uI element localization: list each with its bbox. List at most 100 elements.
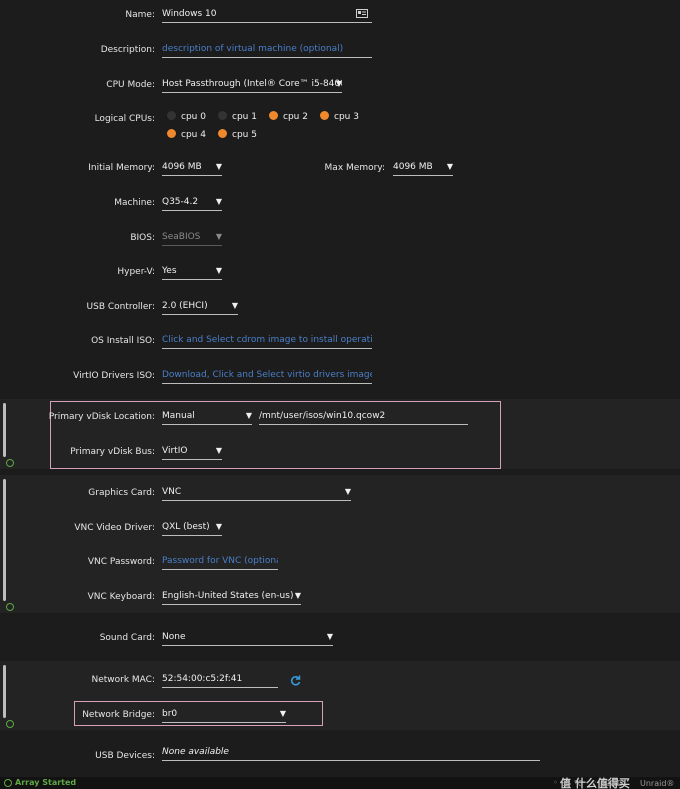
machine-label: Machine: <box>114 198 155 208</box>
usb-controller-label: USB Controller: <box>86 302 155 312</box>
vnc-keyboard-value: English-United States (en-us) <box>162 591 294 601</box>
cpu-toggle-dot <box>269 111 278 120</box>
cpu-toggle-dot <box>320 111 329 120</box>
caret-down-icon: ▼ <box>231 301 238 310</box>
vnc-keyboard-select[interactable]: English-United States (en-us) ▼ <box>162 589 301 605</box>
cpu-toggle-dot <box>218 111 227 120</box>
network-bridge-value: br0 <box>162 709 178 719</box>
cpu-label: cpu 4 <box>181 130 206 140</box>
cpu-toggle-dot <box>167 111 176 120</box>
thermometer-icon: ◦ <box>592 778 597 787</box>
vdisk-location-select[interactable]: Manual ▼ <box>162 409 252 425</box>
initial-memory-value: 4096 MB <box>162 162 202 172</box>
status-bar: Array Started 值 什么值得买 ◦ 35 °C ◦ 32 °C Un… <box>0 777 680 789</box>
cpu-label: cpu 0 <box>181 112 206 122</box>
cpu-label: cpu 2 <box>283 112 308 122</box>
max-memory-value: 4096 MB <box>393 162 433 172</box>
vdisk-location-label: Primary vDisk Location: <box>48 412 155 422</box>
logical-cpus-label: Logical CPUs: <box>94 114 155 124</box>
bios-value: SeaBIOS <box>162 232 201 242</box>
hyperv-select[interactable]: Yes ▼ <box>162 264 222 280</box>
vnc-video-driver-select[interactable]: QXL (best) ▼ <box>162 520 222 536</box>
thermometer-icon: ◦ <box>553 778 558 787</box>
cpu-mode-value: Host Passthrough (Intel® Core™ i5-8400) <box>162 79 342 89</box>
brand: Unraid® <box>640 779 675 788</box>
bios-label: BIOS: <box>130 233 155 243</box>
cpu-checkbox-4[interactable]: cpu 4 <box>167 129 206 140</box>
cpu-label: cpu 5 <box>232 130 257 140</box>
temp-2: 32 °C <box>600 779 623 788</box>
description-label: Description: <box>100 45 155 55</box>
os-install-iso-label: OS Install ISO: <box>91 336 155 346</box>
network-mac-field[interactable]: 52:54:00:c5:2f:41 <box>162 672 278 688</box>
virtio-iso-label: VirtIO Drivers ISO: <box>73 371 155 381</box>
graphics-card-select[interactable]: VNC ▼ <box>162 485 351 501</box>
caret-down-icon: ▼ <box>215 197 222 206</box>
network-bridge-select[interactable]: br0 ▼ <box>162 707 286 723</box>
cpu-mode-select[interactable]: Host Passthrough (Intel® Core™ i5-8400) … <box>162 77 342 93</box>
initial-memory-select[interactable]: 4096 MB ▼ <box>162 160 222 176</box>
cpu-toggle-dot <box>167 129 176 138</box>
usb-devices-value: None available <box>162 745 540 761</box>
vdisk-bus-label: Primary vDisk Bus: <box>70 447 155 457</box>
caret-down-icon: ▼ <box>335 79 342 88</box>
vnc-video-driver-value: QXL (best) <box>162 522 210 532</box>
name-label: Name: <box>125 10 155 20</box>
caret-down-icon: ▼ <box>326 632 333 641</box>
hyperv-label: Hyper-V: <box>117 267 155 277</box>
vnc-video-driver-label: VNC Video Driver: <box>74 523 155 533</box>
caret-down-icon: ▼ <box>215 162 222 171</box>
caret-down-icon: ▼ <box>215 266 222 275</box>
max-memory-label: Max Memory: <box>324 163 385 173</box>
initial-memory-label: Initial Memory: <box>88 163 155 173</box>
bios-select: SeaBIOS ▼ <box>162 230 222 246</box>
array-status-text: Array Started <box>15 778 77 787</box>
cpu-label: cpu 1 <box>232 112 257 122</box>
section-toggle-icon[interactable] <box>6 720 14 728</box>
vdisk-path-field[interactable]: /mnt/user/isos/win10.qcow2 <box>259 409 468 425</box>
vnc-password-field[interactable]: Password for VNC (optional) <box>162 554 278 570</box>
sound-card-select[interactable]: None ▼ <box>162 630 333 646</box>
machine-value: Q35-4.2 <box>162 197 199 207</box>
array-status-icon <box>4 779 12 787</box>
vnc-password-label: VNC Password: <box>87 557 155 567</box>
caret-down-icon: ▼ <box>344 487 351 496</box>
cpu-checkbox-0[interactable]: cpu 0 <box>167 111 206 122</box>
refresh-icon[interactable] <box>290 675 301 689</box>
cpu-label: cpu 3 <box>334 112 359 122</box>
description-field[interactable]: description of virtual machine (optional… <box>162 42 372 58</box>
vdisk-bus-value: VirtIO <box>162 446 188 456</box>
os-install-iso-field[interactable]: Click and Select cdrom image to install … <box>162 333 372 349</box>
virtio-iso-field[interactable]: Download, Click and Select virtio driver… <box>162 368 372 384</box>
usb-controller-select[interactable]: 2.0 (EHCI) ▼ <box>162 299 238 315</box>
machine-select[interactable]: Q35-4.2 ▼ <box>162 195 222 211</box>
hyperv-value: Yes <box>162 266 177 276</box>
caret-down-icon: ▼ <box>245 411 252 420</box>
cpu-toggle-dot <box>218 129 227 138</box>
caret-down-icon: ▼ <box>279 709 286 718</box>
max-memory-select[interactable]: 4096 MB ▼ <box>393 160 453 176</box>
cpu-mode-label: CPU Mode: <box>106 80 155 90</box>
caret-down-icon: ▼ <box>294 591 301 600</box>
vdisk-bus-select[interactable]: VirtIO ▼ <box>162 444 222 460</box>
caret-down-icon: ▼ <box>215 446 222 455</box>
sound-card-label: Sound Card: <box>99 633 155 643</box>
cpu-checkbox-1[interactable]: cpu 1 <box>218 111 257 122</box>
vnc-keyboard-label: VNC Keyboard: <box>87 592 155 602</box>
caret-down-icon: ▼ <box>215 522 222 531</box>
id-card-icon[interactable] <box>356 9 368 22</box>
cpu-checkbox-5[interactable]: cpu 5 <box>218 129 257 140</box>
name-field[interactable]: Windows 10 <box>162 7 372 23</box>
vdisk-location-value: Manual <box>162 411 195 421</box>
caret-down-icon: ▼ <box>215 232 222 241</box>
sound-card-value: None <box>162 632 186 642</box>
cpu-checkbox-2[interactable]: cpu 2 <box>269 111 308 122</box>
caret-down-icon: ▼ <box>446 162 453 171</box>
cpu-checkbox-3[interactable]: cpu 3 <box>320 111 359 122</box>
usb-controller-value: 2.0 (EHCI) <box>162 301 208 311</box>
section-toggle-icon[interactable] <box>6 603 14 611</box>
network-mac-label: Network MAC: <box>91 675 155 685</box>
section-toggle-icon[interactable] <box>6 459 14 467</box>
network-bridge-label: Network Bridge: <box>82 710 155 720</box>
graphics-card-label: Graphics Card: <box>88 488 155 498</box>
